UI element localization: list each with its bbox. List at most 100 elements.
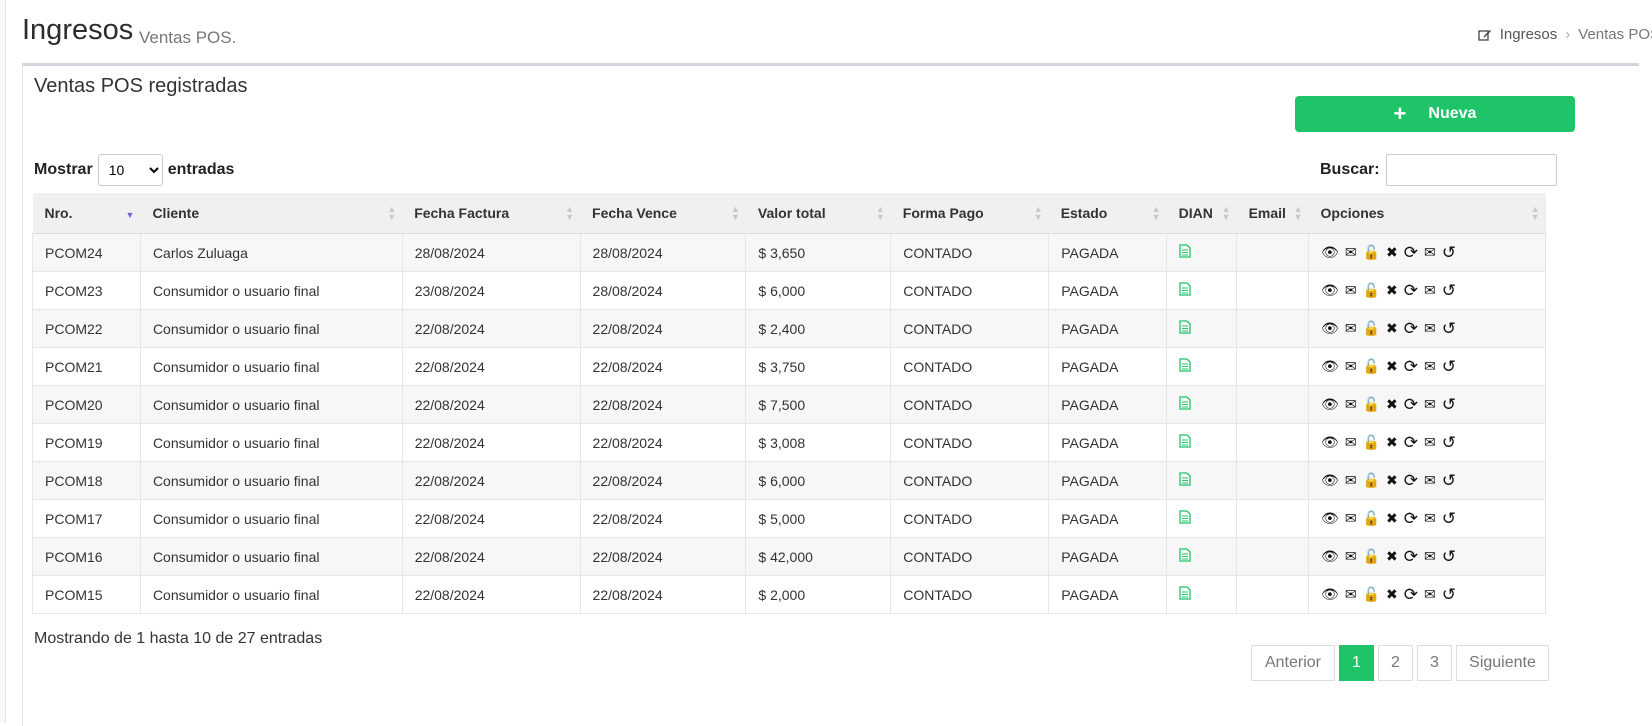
column-header-cliente[interactable]: Cliente ▲ ▼ [140, 193, 403, 234]
close-icon[interactable]: ✖ [1386, 282, 1398, 299]
history-icon[interactable]: ↺ [1442, 243, 1456, 263]
next-button[interactable]: Siguiente [1456, 645, 1549, 681]
eye-icon[interactable]: 👁 [1321, 396, 1339, 413]
column-header-email[interactable]: Email ▲ ▼ [1236, 193, 1309, 234]
history-icon[interactable]: ↺ [1442, 319, 1456, 339]
file-text-icon[interactable] [1179, 586, 1191, 600]
file-text-icon[interactable] [1179, 320, 1191, 334]
close-icon[interactable]: ✖ [1386, 320, 1398, 337]
table-row: PCOM15 Consumidor o usuario final 22/08/20… [32, 575, 1546, 614]
envelope-icon[interactable]: ✉ [1345, 358, 1357, 375]
unlock-icon[interactable]: 🔓 [1363, 320, 1380, 337]
envelope-open-icon[interactable]: ✉ [1424, 472, 1436, 489]
refresh-icon[interactable]: ⟳ [1404, 433, 1418, 453]
column-header-estado[interactable]: Estado ▲ ▼ [1048, 193, 1167, 234]
file-text-icon[interactable] [1179, 472, 1191, 486]
refresh-icon[interactable]: ⟳ [1404, 319, 1418, 339]
eye-icon[interactable]: 👁 [1321, 472, 1339, 489]
unlock-icon[interactable]: 🔓 [1363, 358, 1380, 375]
file-text-icon[interactable] [1179, 548, 1191, 562]
envelope-open-icon[interactable]: ✉ [1424, 320, 1436, 337]
unlock-icon[interactable]: 🔓 [1363, 244, 1380, 261]
unlock-icon[interactable]: 🔓 [1363, 472, 1380, 489]
envelope-icon[interactable]: ✉ [1345, 472, 1357, 489]
envelope-open-icon[interactable]: ✉ [1424, 510, 1436, 527]
unlock-icon[interactable]: 🔓 [1363, 396, 1380, 413]
envelope-icon[interactable]: ✉ [1345, 244, 1357, 261]
refresh-icon[interactable]: ⟳ [1404, 547, 1418, 567]
envelope-icon[interactable]: ✉ [1345, 434, 1357, 451]
envelope-open-icon[interactable]: ✉ [1424, 548, 1436, 565]
history-icon[interactable]: ↺ [1442, 357, 1456, 377]
column-header-fecha-factura[interactable]: Fecha Factura ▲ ▼ [402, 193, 581, 234]
eye-icon[interactable]: 👁 [1321, 244, 1339, 261]
file-text-icon[interactable] [1179, 282, 1191, 296]
refresh-icon[interactable]: ⟳ [1404, 509, 1418, 529]
refresh-icon[interactable]: ⟳ [1404, 281, 1418, 301]
envelope-icon[interactable]: ✉ [1345, 396, 1357, 413]
refresh-icon[interactable]: ⟳ [1404, 395, 1418, 415]
close-icon[interactable]: ✖ [1386, 244, 1398, 261]
envelope-icon[interactable]: ✉ [1345, 282, 1357, 299]
eye-icon[interactable]: 👁 [1321, 358, 1339, 375]
unlock-icon[interactable]: 🔓 [1363, 510, 1380, 527]
close-icon[interactable]: ✖ [1386, 472, 1398, 489]
history-icon[interactable]: ↺ [1442, 509, 1456, 529]
page-3-button[interactable]: 3 [1417, 645, 1452, 681]
eye-icon[interactable]: 👁 [1321, 434, 1339, 451]
close-icon[interactable]: ✖ [1386, 396, 1398, 413]
unlock-icon[interactable]: 🔓 [1363, 282, 1380, 299]
refresh-icon[interactable]: ⟳ [1404, 243, 1418, 263]
envelope-open-icon[interactable]: ✉ [1424, 358, 1436, 375]
entries-select[interactable]: 10 [97, 154, 163, 186]
refresh-icon[interactable]: ⟳ [1404, 471, 1418, 491]
unlock-icon[interactable]: 🔓 [1363, 434, 1380, 451]
column-header-dian[interactable]: DIAN ▲ ▼ [1166, 193, 1237, 234]
envelope-icon[interactable]: ✉ [1345, 510, 1357, 527]
envelope-icon[interactable]: ✉ [1345, 586, 1357, 603]
column-header-nro[interactable]: Nro. ▼ [32, 193, 141, 234]
close-icon[interactable]: ✖ [1386, 358, 1398, 375]
eye-icon[interactable]: 👁 [1321, 548, 1339, 565]
history-icon[interactable]: ↺ [1442, 585, 1456, 605]
breadcrumb-root[interactable]: Ingresos [1500, 26, 1558, 43]
page-1-button[interactable]: 1 [1339, 645, 1374, 681]
file-text-icon[interactable] [1179, 434, 1191, 448]
column-header-forma-pago[interactable]: Forma Pago ▲ ▼ [890, 193, 1049, 234]
close-icon[interactable]: ✖ [1386, 586, 1398, 603]
envelope-icon[interactable]: ✉ [1345, 548, 1357, 565]
history-icon[interactable]: ↺ [1442, 281, 1456, 301]
column-header-fecha-vence[interactable]: Fecha Vence ▲ ▼ [580, 193, 746, 234]
envelope-open-icon[interactable]: ✉ [1424, 586, 1436, 603]
close-icon[interactable]: ✖ [1386, 434, 1398, 451]
envelope-open-icon[interactable]: ✉ [1424, 244, 1436, 261]
envelope-open-icon[interactable]: ✉ [1424, 434, 1436, 451]
unlock-icon[interactable]: 🔓 [1363, 586, 1380, 603]
refresh-icon[interactable]: ⟳ [1404, 357, 1418, 377]
column-header-valor-total[interactable]: Valor total ▲ ▼ [745, 193, 891, 234]
close-icon[interactable]: ✖ [1386, 510, 1398, 527]
history-icon[interactable]: ↺ [1442, 433, 1456, 453]
page-2-button[interactable]: 2 [1378, 645, 1413, 681]
new-sale-button[interactable]: + Nueva [1295, 96, 1575, 132]
envelope-open-icon[interactable]: ✉ [1424, 282, 1436, 299]
refresh-icon[interactable]: ⟳ [1404, 585, 1418, 605]
close-icon[interactable]: ✖ [1386, 548, 1398, 565]
history-icon[interactable]: ↺ [1442, 395, 1456, 415]
unlock-icon[interactable]: 🔓 [1363, 548, 1380, 565]
history-icon[interactable]: ↺ [1442, 471, 1456, 491]
file-text-icon[interactable] [1179, 358, 1191, 372]
file-text-icon[interactable] [1179, 510, 1191, 524]
eye-icon[interactable]: 👁 [1321, 282, 1339, 299]
envelope-icon[interactable]: ✉ [1345, 320, 1357, 337]
column-header-opciones[interactable]: Opciones ▲ ▼ [1308, 193, 1546, 234]
eye-icon[interactable]: 👁 [1321, 510, 1339, 527]
envelope-open-icon[interactable]: ✉ [1424, 396, 1436, 413]
file-text-icon[interactable] [1179, 244, 1191, 258]
previous-button[interactable]: Anterior [1251, 645, 1335, 681]
search-input[interactable] [1385, 154, 1557, 186]
file-text-icon[interactable] [1179, 396, 1191, 410]
eye-icon[interactable]: 👁 [1321, 320, 1339, 337]
eye-icon[interactable]: 👁 [1321, 586, 1339, 603]
history-icon[interactable]: ↺ [1442, 547, 1456, 567]
